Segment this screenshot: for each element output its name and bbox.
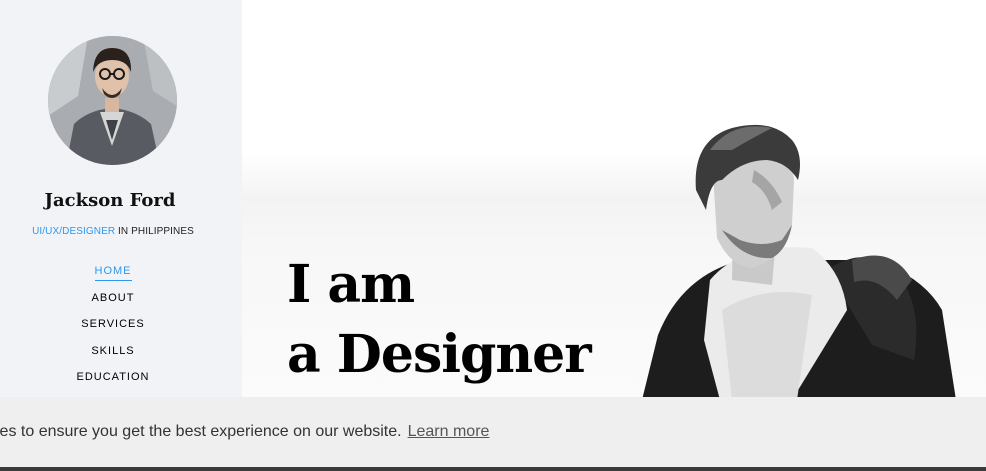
cookie-text: kies to ensure you get the best experien… <box>0 423 402 440</box>
hero-line-1: I am <box>287 254 415 315</box>
learn-more-link[interactable]: Learn more <box>408 423 490 440</box>
avatar-photo <box>48 36 177 165</box>
nav-link-services[interactable]: SERVICES <box>81 316 144 332</box>
role-highlight: UI/UX/DESIGNER <box>32 226 116 237</box>
cookie-message: kies to ensure you get the best experien… <box>0 423 489 441</box>
hero-line-2: a Designer <box>287 324 592 385</box>
nav-item-skills: SKILLS <box>0 342 226 369</box>
cookie-banner: kies to ensure you get the best experien… <box>0 397 986 467</box>
hero-heading: I am a Designer <box>287 250 592 390</box>
hero-person-image <box>642 124 956 400</box>
nav-link-home[interactable]: HOME <box>94 263 132 281</box>
avatar <box>48 36 177 165</box>
hero-banner: I am a Designer <box>242 0 986 400</box>
nav-item-home: HOME <box>0 262 226 289</box>
profile-name: Jackson Ford <box>44 190 176 211</box>
bottom-bar <box>0 467 986 471</box>
nav-item-education: EDUCATION <box>0 368 226 395</box>
profile-role: UI/UX/DESIGNER IN PHILIPPINES <box>0 226 226 237</box>
nav-item-about: ABOUT <box>0 289 226 316</box>
nav-link-education[interactable]: EDUCATION <box>77 369 150 385</box>
nav-link-about[interactable]: ABOUT <box>92 290 135 306</box>
role-location: IN PHILIPPINES <box>115 226 194 237</box>
nav-item-services: SERVICES <box>0 315 226 342</box>
main-nav: HOME ABOUT SERVICES SKILLS EDUCATION <box>0 262 226 395</box>
nav-link-skills[interactable]: SKILLS <box>91 343 134 359</box>
